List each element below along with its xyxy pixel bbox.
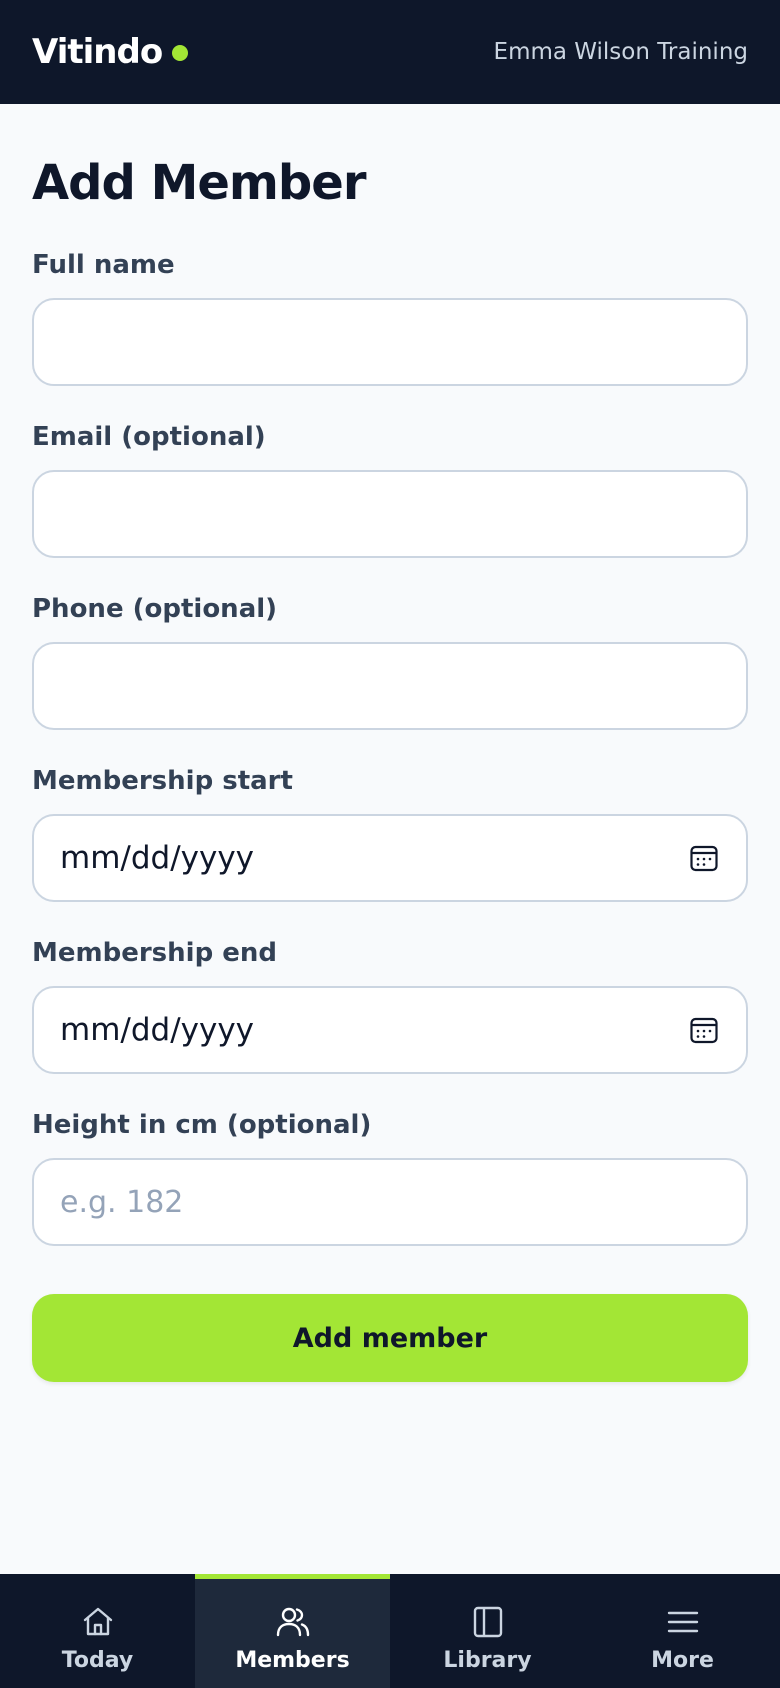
membership-end-field: Membership end mm/dd/yyyy [32, 936, 748, 1074]
phone-input-box[interactable] [32, 642, 748, 730]
full-name-label: Full name [32, 250, 175, 280]
calendar-icon[interactable] [688, 842, 720, 874]
membership-start-value: mm/dd/yyyy [60, 840, 255, 876]
nav-label-library: Library [443, 1648, 532, 1673]
height-label: Height in cm (optional) [32, 1110, 372, 1140]
home-icon [83, 1607, 112, 1636]
nav-label-more: More [651, 1648, 714, 1673]
height-field: Height in cm (optional) [32, 1108, 748, 1246]
full-name-field: Full name [32, 248, 748, 386]
membership-end-value: mm/dd/yyyy [60, 1012, 255, 1048]
nav-item-library[interactable]: Library [390, 1574, 585, 1688]
full-name-input[interactable] [60, 300, 720, 384]
height-input[interactable] [60, 1160, 720, 1244]
phone-label: Phone (optional) [32, 594, 278, 624]
email-input[interactable] [60, 472, 720, 556]
brand-name: Vitindo [32, 32, 163, 72]
panel-icon [473, 1606, 502, 1638]
nav-item-today[interactable]: Today [0, 1574, 195, 1688]
membership-start-input[interactable]: mm/dd/yyyy [32, 814, 748, 902]
membership-start-field: Membership start mm/dd/yyyy [32, 764, 748, 902]
email-input-box[interactable] [32, 470, 748, 558]
page-title: Add Member [32, 155, 367, 211]
height-input-box[interactable] [32, 1158, 748, 1246]
add-member-button-label: Add member [292, 1322, 488, 1354]
email-field: Email (optional) [32, 420, 748, 558]
brand-logo[interactable]: Vitindo [32, 32, 189, 72]
phone-input[interactable] [60, 644, 720, 728]
add-member-button[interactable]: Add member [32, 1294, 748, 1382]
bottom-nav: Today Members Library More [0, 1574, 780, 1688]
brand-dot-icon [172, 45, 189, 61]
membership-end-input[interactable]: mm/dd/yyyy [32, 986, 748, 1074]
add-member-form: Add Member Full name Email (optional) Ph… [0, 104, 780, 1382]
email-label: Email (optional) [32, 422, 266, 452]
users-icon [276, 1607, 309, 1637]
nav-label-today: Today [61, 1648, 134, 1673]
org-name: Emma Wilson Training [493, 39, 748, 65]
app-page: Vitindo Emma Wilson Training Add Member … [0, 0, 780, 1688]
nav-label-members: Members [235, 1648, 350, 1673]
nav-item-members[interactable]: Members [195, 1574, 390, 1688]
membership-end-label: Membership end [32, 938, 277, 968]
full-name-input-box[interactable] [32, 298, 748, 386]
nav-item-more[interactable]: More [585, 1574, 780, 1688]
app-header: Vitindo Emma Wilson Training [0, 0, 780, 104]
phone-field: Phone (optional) [32, 592, 748, 730]
menu-icon [667, 1611, 698, 1633]
membership-start-label: Membership start [32, 766, 293, 796]
calendar-icon[interactable] [688, 1014, 720, 1046]
